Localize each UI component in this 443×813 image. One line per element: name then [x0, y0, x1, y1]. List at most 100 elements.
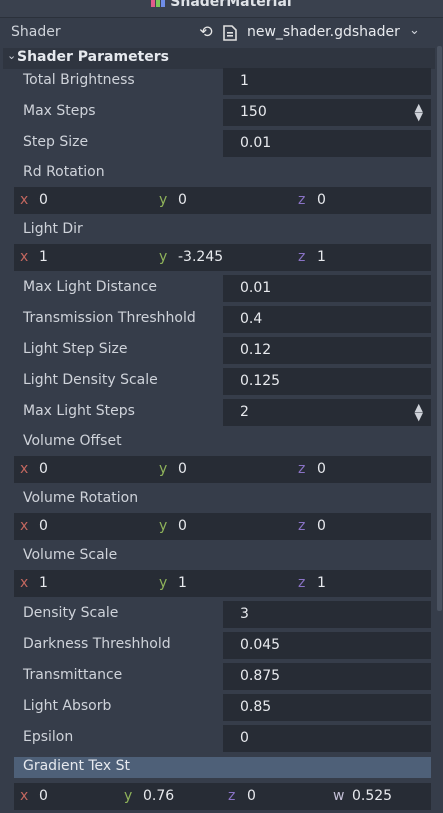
- rd-rotation-label: Rd Rotation: [23, 164, 105, 180]
- axis-y-label: y: [159, 461, 168, 477]
- z-value: 1: [317, 575, 326, 591]
- light-absorb-field[interactable]: 0.85: [223, 694, 431, 721]
- light-dir-z-field[interactable]: z1: [292, 244, 431, 271]
- gradient-tex-st-label[interactable]: Gradient Tex St: [14, 757, 431, 778]
- max-light-steps-value: 2: [240, 404, 249, 420]
- max-light-steps-field[interactable]: 2 ▲ ▼: [223, 399, 431, 426]
- x-value: 0: [39, 461, 48, 477]
- x-value: 1: [39, 575, 48, 591]
- axis-x-label: x: [20, 461, 29, 477]
- y-value: 1: [178, 575, 187, 591]
- param-label: Light Step Size: [23, 341, 128, 357]
- axis-x-label: x: [20, 575, 29, 591]
- gradient-tex-st-y-field[interactable]: y 0.76: [118, 783, 222, 810]
- param-label: Epsilon: [23, 729, 74, 745]
- rd-rotation-z-field[interactable]: z0: [292, 187, 431, 214]
- transmission-threshhold-field[interactable]: 0.4: [223, 306, 431, 333]
- axis-x-label: x: [20, 518, 29, 534]
- total-brightness-field[interactable]: 1: [223, 68, 431, 95]
- param-max-light-steps: Max Light Steps 2 ▲ ▼: [14, 398, 431, 427]
- volume-offset-z-field[interactable]: z0: [292, 456, 431, 483]
- shader-file-name[interactable]: new_shader.gdshader: [247, 24, 400, 40]
- shader-property-row: Shader ⟲ new_shader.gdshader ⌄: [0, 20, 443, 46]
- chevron-down-icon[interactable]: ⌄: [409, 23, 420, 38]
- rd-rotation-x-field[interactable]: x0: [14, 187, 153, 214]
- inspector-header: ShaderMaterial: [0, 0, 443, 18]
- axis-z-label: z: [298, 461, 306, 477]
- param-label: Total Brightness: [23, 72, 135, 88]
- light-dir-x-field[interactable]: x1: [14, 244, 153, 271]
- x-value: 0: [39, 788, 48, 804]
- param-label: Max Light Steps: [23, 403, 135, 419]
- z-value: 0: [317, 518, 326, 534]
- collapse-arrow-icon: ⌄: [7, 49, 17, 62]
- x-value: 1: [39, 249, 48, 265]
- shader-material-icon: [151, 0, 166, 7]
- param-max-light-distance: Max Light Distance 0.01: [14, 274, 431, 303]
- volume-scale-z-field[interactable]: z1: [292, 570, 431, 597]
- darkness-threshhold-field[interactable]: 0.045: [223, 632, 431, 659]
- light-dir-label: Light Dir: [23, 221, 83, 237]
- param-label: Max Light Distance: [23, 279, 157, 295]
- param-label: Transmission Threshhold: [23, 310, 196, 326]
- shader-parameters-section[interactable]: ⌄ Shader Parameters: [3, 48, 435, 69]
- light-density-scale-field[interactable]: 0.125: [223, 368, 431, 395]
- volume-offset-y-field[interactable]: y0: [153, 456, 292, 483]
- transmittance-field[interactable]: 0.875: [223, 663, 431, 690]
- axis-y-label: y: [159, 518, 168, 534]
- z-value: 1: [317, 249, 326, 265]
- shader-label: Shader: [11, 24, 61, 40]
- volume-scale-x-field[interactable]: x1: [14, 570, 153, 597]
- y-value: 0.76: [143, 788, 175, 804]
- param-light-density-scale: Light Density Scale 0.125: [14, 367, 431, 396]
- param-label: Density Scale: [23, 605, 119, 621]
- step-size-field[interactable]: 0.01: [223, 130, 431, 157]
- volume-offset-x-field[interactable]: x0: [14, 456, 153, 483]
- density-scale-field[interactable]: 3: [223, 601, 431, 628]
- epsilon-field[interactable]: 0: [223, 725, 431, 752]
- volume-scale-vector: x1 y1 z1: [14, 570, 431, 597]
- param-step-size: Step Size 0.01: [14, 129, 431, 158]
- axis-w-label: w: [333, 788, 345, 804]
- param-epsilon: Epsilon 0: [14, 724, 431, 753]
- axis-y-label: y: [159, 575, 168, 591]
- rd-rotation-y-field[interactable]: y0: [153, 187, 292, 214]
- max-steps-value: 150: [240, 104, 267, 120]
- max-light-distance-field[interactable]: 0.01: [223, 275, 431, 302]
- axis-y-label: y: [159, 192, 168, 208]
- volume-scale-label: Volume Scale: [23, 547, 118, 563]
- light-step-size-field[interactable]: 0.12: [223, 337, 431, 364]
- axis-z-label: z: [298, 518, 306, 534]
- param-transmittance: Transmittance 0.875: [14, 662, 431, 691]
- scrollbar[interactable]: [437, 46, 442, 611]
- axis-z-label: z: [298, 249, 306, 265]
- axis-x-label: x: [20, 788, 29, 804]
- axis-y-label: y: [159, 249, 168, 265]
- light-dir-y-field[interactable]: y -3.245: [153, 244, 292, 271]
- axis-x-label: x: [20, 249, 29, 265]
- resource-title: ShaderMaterial: [0, 0, 443, 10]
- reload-icon[interactable]: ⟲: [197, 23, 215, 41]
- max-steps-field[interactable]: 150 ▲ ▼: [223, 99, 431, 126]
- param-max-steps: Max Steps 150 ▲ ▼: [14, 98, 431, 127]
- param-label: Light Density Scale: [23, 372, 158, 388]
- gradient-tex-st-w-field[interactable]: w 0.525: [327, 783, 431, 810]
- volume-rotation-y-field[interactable]: y0: [153, 513, 292, 540]
- axis-x-label: x: [20, 192, 29, 208]
- z-value: 0: [317, 192, 326, 208]
- volume-scale-y-field[interactable]: y1: [153, 570, 292, 597]
- gradient-tex-st-x-field[interactable]: x0: [14, 783, 118, 810]
- volume-offset-label: Volume Offset: [23, 433, 122, 449]
- gradient-tex-st-z-field[interactable]: z0: [222, 783, 327, 810]
- shader-file-icon: [223, 25, 237, 41]
- param-label: Light Absorb: [23, 698, 112, 714]
- spinner-arrows-icon[interactable]: ▲ ▼: [415, 102, 423, 122]
- gradient-tex-st-vector: x0 y 0.76 z0 w 0.525: [14, 783, 431, 810]
- volume-rotation-x-field[interactable]: x0: [14, 513, 153, 540]
- spinner-arrows-icon[interactable]: ▲ ▼: [415, 402, 423, 422]
- param-label: Transmittance: [23, 667, 123, 683]
- z-value: 0: [247, 788, 256, 804]
- axis-z-label: z: [298, 575, 306, 591]
- param-label: Step Size: [23, 134, 89, 150]
- volume-rotation-z-field[interactable]: z0: [292, 513, 431, 540]
